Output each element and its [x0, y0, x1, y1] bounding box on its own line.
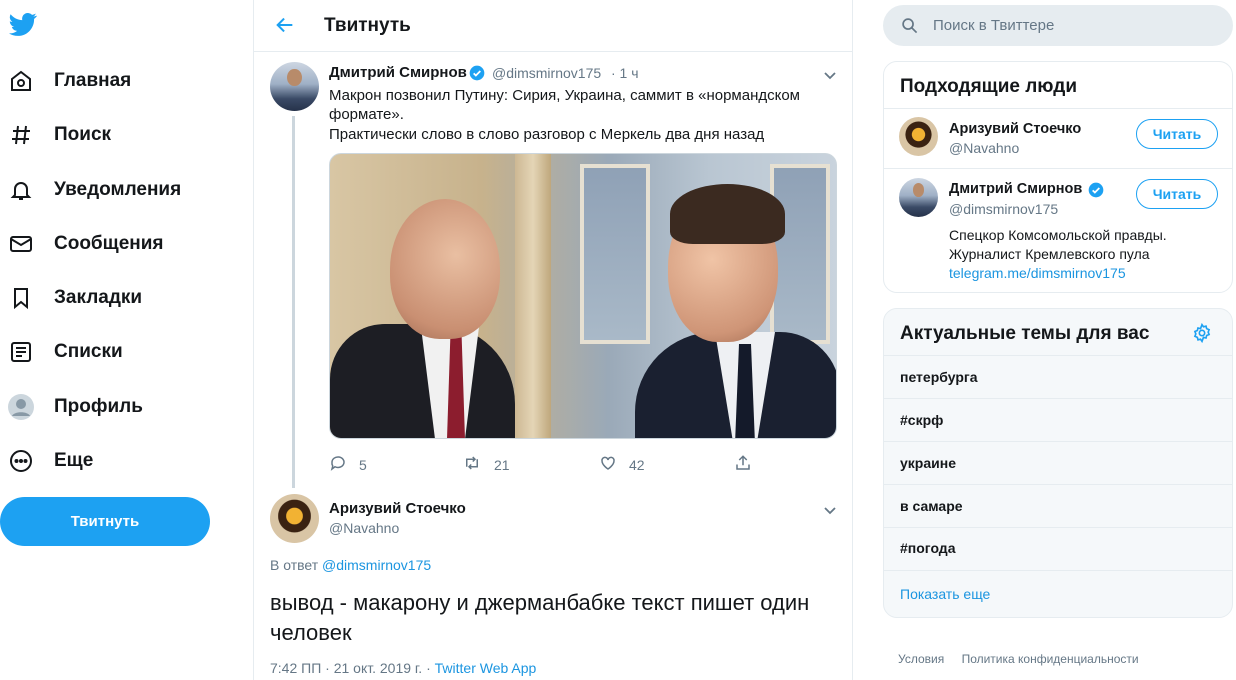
privacy-link[interactable]: Политика конфиденциальности — [962, 652, 1139, 666]
trend-item[interactable]: украине — [884, 442, 1232, 484]
nav-messages-label: Сообщения — [54, 233, 164, 254]
replying-to: В ответ @dimsmirnov175 — [270, 557, 431, 573]
twitter-logo-icon[interactable] — [8, 10, 38, 38]
like-action[interactable]: 42 — [599, 455, 645, 475]
more-icon — [8, 448, 34, 474]
compose-tweet-button[interactable]: Твитнуть — [0, 497, 210, 546]
nav-profile[interactable]: Профиль — [0, 387, 160, 427]
follow-button[interactable]: Читать — [1136, 179, 1218, 209]
bell-icon — [8, 177, 34, 203]
suggested-user-bio: Журналист Кремлевского пула — [949, 246, 1150, 262]
suggested-user-avatar[interactable] — [899, 117, 938, 156]
who-to-follow-panel: Подходящие люди Аризувий Стоечко @Navahn… — [883, 61, 1233, 293]
trend-item[interactable]: #скрф — [884, 399, 1232, 441]
suggested-user-handle: @Navahno — [949, 140, 1020, 156]
tweet-source-link[interactable]: Twitter Web App — [435, 660, 537, 676]
trend-item[interactable]: #погода — [884, 527, 1232, 569]
retweet-action[interactable]: 21 — [462, 455, 510, 475]
chevron-down-icon[interactable] — [823, 68, 837, 80]
sidebar-nav: Главная Поиск Уведомления Сообщения Закл… — [0, 0, 254, 680]
suggested-user-name[interactable]: Аризувий Стоечко — [949, 121, 1081, 137]
heart-icon — [599, 454, 617, 477]
who-to-follow-title: Подходящие люди — [900, 76, 1078, 97]
list-icon — [8, 339, 34, 365]
show-more-link[interactable]: Показать еще — [900, 586, 990, 602]
reply-author-avatar[interactable] — [270, 494, 319, 543]
nav-bookmarks[interactable]: Закладки — [0, 278, 160, 318]
reply-author-name[interactable]: Аризувий Стоечко — [329, 500, 466, 517]
terms-link[interactable]: Условия — [898, 652, 944, 666]
follow-button[interactable]: Читать — [1136, 119, 1218, 149]
nav-more-label: Еще — [54, 450, 94, 471]
trend-item[interactable]: в самаре — [884, 485, 1232, 527]
envelope-icon — [8, 231, 34, 257]
share-action[interactable] — [734, 454, 752, 477]
nav-lists[interactable]: Списки — [0, 332, 140, 372]
nav-home-label: Главная — [54, 70, 132, 91]
suggested-user-name[interactable]: Дмитрий Смирнов — [949, 181, 1082, 197]
suggested-user-bio: Спецкор Комсомольской правды. — [949, 227, 1167, 243]
nav-profile-label: Профиль — [54, 396, 143, 417]
share-icon — [734, 454, 752, 477]
bookmark-icon — [8, 285, 34, 311]
nav-messages[interactable]: Сообщения — [0, 224, 180, 264]
thread-line — [292, 116, 295, 488]
nav-notifications[interactable]: Уведомления — [0, 170, 190, 210]
suggested-user-handle: @dimsmirnov175 — [949, 201, 1059, 217]
hashtag-icon — [8, 122, 34, 148]
reply-icon — [329, 454, 347, 477]
reply-count: 5 — [359, 457, 367, 473]
trends-title: Актуальные темы для вас — [900, 323, 1150, 344]
avatar-icon — [8, 394, 34, 420]
nav-bookmarks-label: Закладки — [54, 287, 143, 308]
tweet-timestamp[interactable]: 7:42 ПП · 21 окт. 2019 г. · — [270, 660, 431, 676]
tweet-meta: 7:42 ПП · 21 окт. 2019 г. · Twitter Web … — [270, 660, 536, 676]
main-column: Твитнуть Дмитрий Смирнов @dimsmirnov175 … — [253, 0, 853, 680]
reply-action[interactable]: 5 — [329, 455, 367, 475]
trends-panel: Актуальные темы для вас петербурга #скрф… — [883, 308, 1233, 618]
tweet-time[interactable]: · 1 ч — [611, 65, 639, 81]
column-header: Твитнуть — [254, 0, 852, 52]
tweet-photo[interactable] — [329, 153, 837, 439]
suggested-user-avatar[interactable] — [899, 178, 938, 217]
retweet-icon — [462, 454, 482, 477]
nav-more[interactable]: Еще — [0, 441, 130, 481]
replying-to-link[interactable]: @dimsmirnov175 — [322, 557, 431, 573]
verified-badge-icon — [1088, 182, 1104, 198]
search-input[interactable] — [933, 13, 1213, 38]
home-icon — [8, 68, 34, 94]
tweet-text-line: формате». — [329, 106, 404, 123]
nav-explore[interactable]: Поиск — [0, 115, 150, 155]
tweet-text-line: Практически слово в слово разговор с Мер… — [329, 126, 765, 143]
search-box[interactable] — [883, 5, 1233, 46]
search-icon — [901, 17, 918, 34]
author-handle[interactable]: @dimsmirnov175 — [492, 65, 601, 81]
suggested-user-bio-link[interactable]: telegram.me/dimsmirnov175 — [949, 264, 1126, 283]
tweet-text-line: Макрон позвонил Путину: Сирия, Украина, … — [329, 87, 800, 104]
reply-author-handle[interactable]: @Navahno — [329, 520, 399, 536]
author-name[interactable]: Дмитрий Смирнов — [329, 64, 467, 81]
verified-badge-icon — [469, 65, 485, 81]
back-arrow-icon[interactable] — [274, 12, 300, 38]
trend-item[interactable]: петербурга — [884, 356, 1232, 398]
gear-icon[interactable] — [1192, 322, 1212, 348]
replying-to-label: В ответ — [270, 557, 319, 573]
author-avatar[interactable] — [270, 62, 319, 111]
nav-home[interactable]: Главная — [0, 61, 150, 101]
page-title: Твитнуть — [324, 15, 411, 36]
like-count: 42 — [629, 457, 645, 473]
nav-lists-label: Списки — [54, 341, 123, 362]
nav-explore-label: Поиск — [54, 124, 112, 145]
retweet-count: 21 — [494, 457, 510, 473]
chevron-down-icon[interactable] — [823, 503, 837, 515]
reply-text: вывод - макарону и джерманбабке текст пи… — [270, 590, 810, 645]
footer: Условия Политика конфиденциальности — [898, 652, 1153, 666]
nav-notifications-label: Уведомления — [54, 179, 182, 200]
